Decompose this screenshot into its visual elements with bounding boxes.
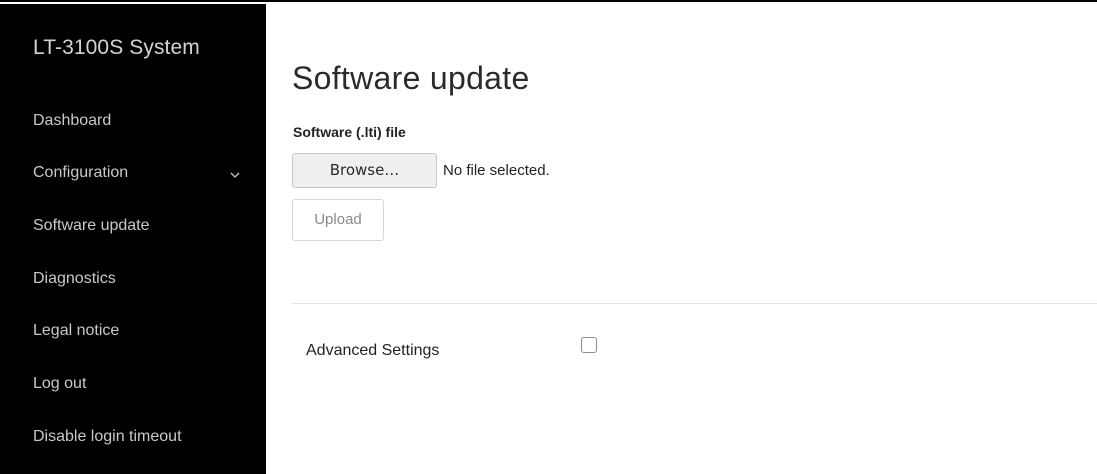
sidebar-item-diagnostics[interactable]: Diagnostics <box>33 270 243 288</box>
sidebar-item-disable-login-timeout[interactable]: Disable login timeout <box>33 428 243 446</box>
upload-button[interactable]: Upload <box>292 199 384 241</box>
sidebar-item-log-out[interactable]: Log out <box>33 375 243 393</box>
app-frame: LT-3100S System Dashboard Configuration … <box>0 0 1097 474</box>
page-title: Software update <box>292 60 530 96</box>
sidebar-item-label: Dashboard <box>33 112 112 129</box>
sidebar-item-label: Software update <box>33 217 150 234</box>
sidebar-item-legal-notice[interactable]: Legal notice <box>33 322 243 340</box>
file-field-label: Software (.lti) file <box>293 124 406 140</box>
sidebar-item-software-update[interactable]: Software update <box>33 217 243 235</box>
sidebar-item-label: Disable login timeout <box>33 428 182 445</box>
file-status-text: No file selected. <box>443 162 550 179</box>
sidebar-item-dashboard[interactable]: Dashboard <box>33 112 243 130</box>
section-divider <box>292 303 1097 304</box>
chevron-down-icon <box>227 164 243 184</box>
brand-title: LT-3100S System <box>33 36 200 59</box>
sidebar-item-label: Log out <box>33 375 87 392</box>
sidebar-item-label: Diagnostics <box>33 270 116 287</box>
sidebar-item-label: Configuration <box>33 164 129 181</box>
advanced-settings-label: Advanced Settings <box>306 342 440 359</box>
sidebar-item-configuration[interactable]: Configuration <box>33 164 243 182</box>
browse-button[interactable]: Browse… <box>292 153 437 188</box>
main-content: Software update Software (.lti) file Bro… <box>266 4 1097 472</box>
sidebar: LT-3100S System Dashboard Configuration … <box>0 4 266 474</box>
advanced-settings-checkbox[interactable] <box>581 337 597 353</box>
sidebar-item-label: Legal notice <box>33 322 120 339</box>
